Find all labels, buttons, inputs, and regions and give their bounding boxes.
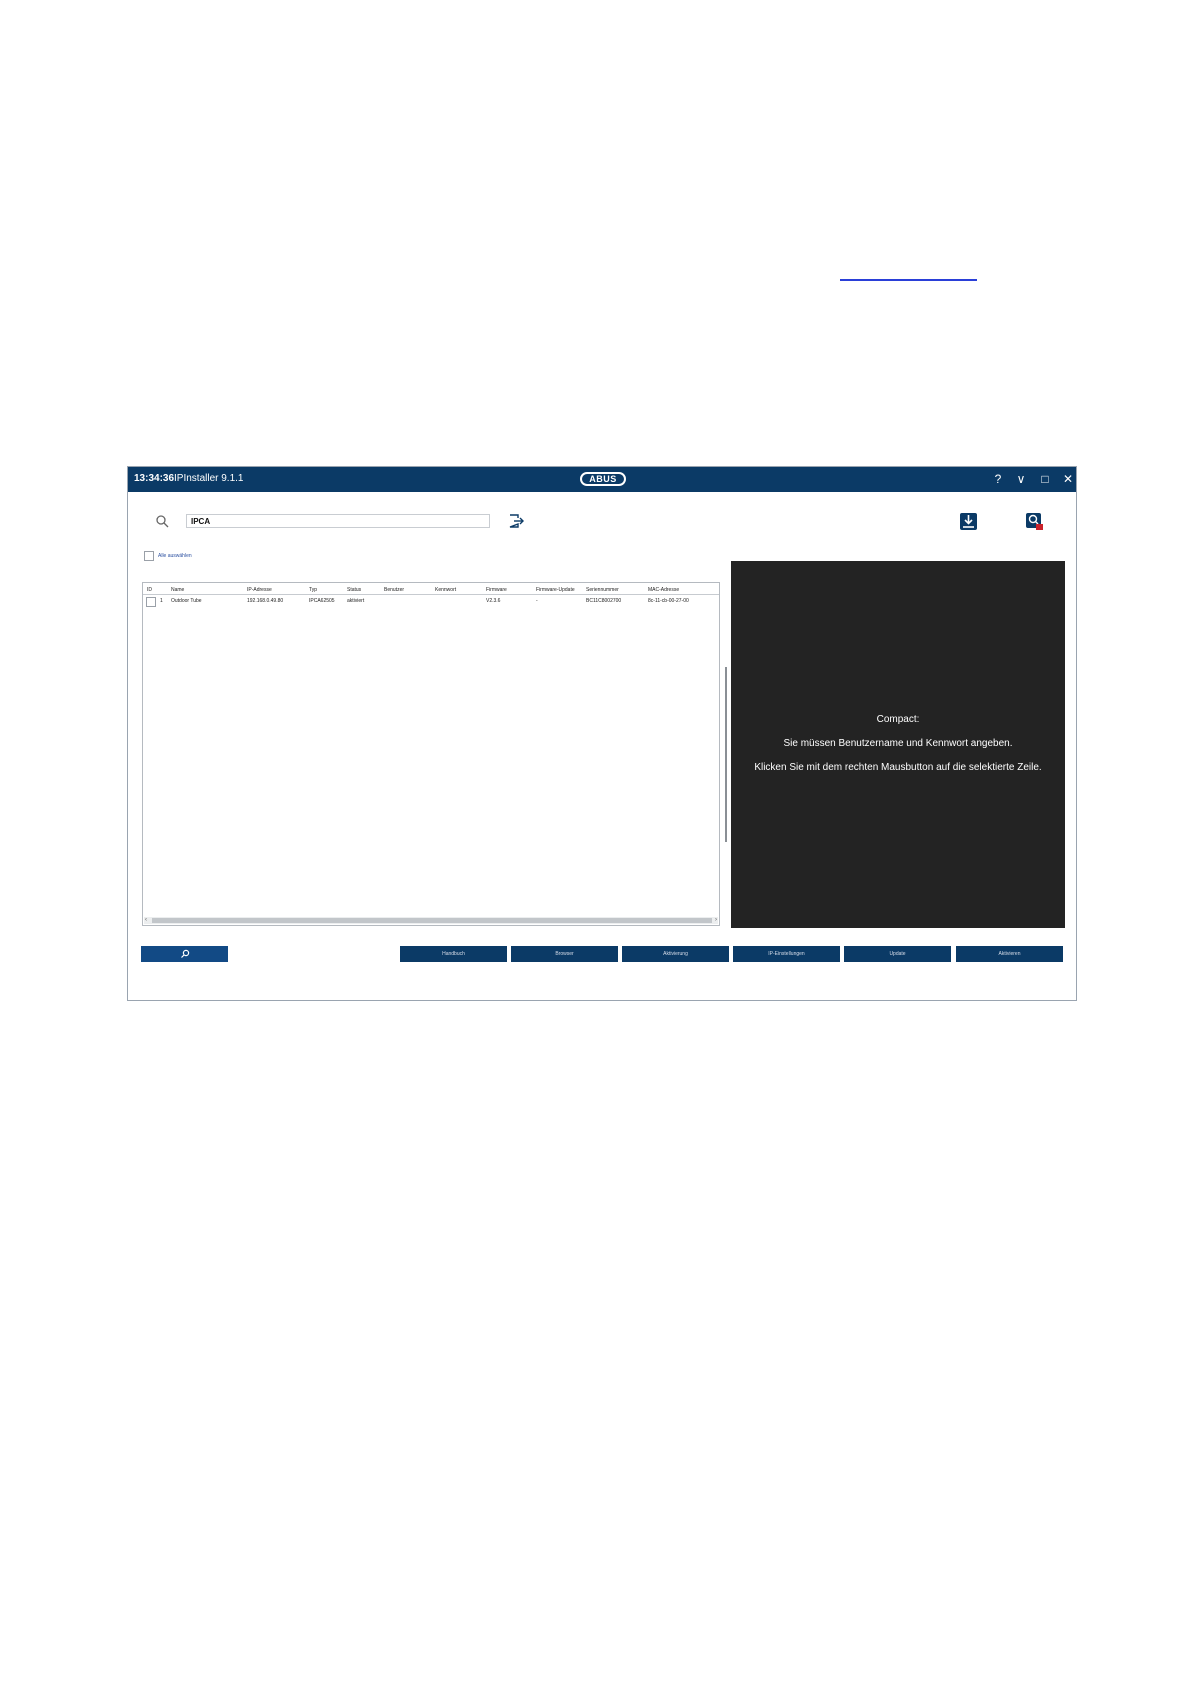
info-line: Compact: [876, 714, 920, 725]
horizontal-scrollbar[interactable]: ‹ › [144, 917, 718, 924]
table-header: ID Name IP-Adresse Typ Status Benutzer K… [143, 585, 719, 595]
column-header[interactable]: Seriennummer [586, 587, 619, 593]
info-panel: Compact: Sie müssen Benutzername und Ken… [731, 561, 1065, 928]
handbook-button[interactable]: Handbuch [400, 946, 507, 962]
document-link-underline[interactable] [840, 269, 977, 281]
export-icon[interactable] [507, 513, 525, 529]
browser-button[interactable]: Browser [511, 946, 618, 962]
panel-splitter[interactable] [725, 667, 727, 842]
column-header[interactable]: IP-Adresse [247, 587, 272, 593]
cell-firmware-update: - [536, 598, 538, 604]
select-all[interactable]: Alle auswählen [144, 550, 192, 562]
scroll-left-icon[interactable]: ‹ [145, 917, 147, 924]
ip-settings-button[interactable]: IP-Einstellungen [733, 946, 840, 962]
column-header[interactable]: ID [147, 587, 152, 593]
clock: 13:34:36 [134, 473, 175, 484]
cell-id: 1 [160, 598, 163, 604]
select-all-checkbox[interactable] [144, 551, 154, 561]
app-title: IPInstaller 9.1.1 [174, 473, 244, 484]
column-header[interactable]: Status [347, 587, 361, 593]
column-header[interactable]: Benutzer [384, 587, 404, 593]
update-button[interactable]: Update [844, 946, 951, 962]
cell-serial: BC11C8002700 [586, 598, 622, 604]
ipinstaller-window: 13:34:36 IPInstaller 9.1.1 ABUS ? ∨ □ ✕ [127, 466, 1077, 1001]
scroll-right-icon[interactable]: › [715, 917, 717, 924]
device-table: ID Name IP-Adresse Typ Status Benutzer K… [142, 582, 720, 926]
scrollbar-thumb[interactable] [152, 918, 712, 923]
close-button[interactable]: ✕ [1060, 471, 1076, 487]
search-input[interactable] [186, 514, 490, 528]
row-checkbox[interactable] [146, 597, 156, 607]
column-header[interactable]: MAC-Adresse [648, 587, 679, 593]
activation-button[interactable]: Aktivierung [622, 946, 729, 962]
abus-logo: ABUS [580, 472, 626, 486]
network-scan-icon[interactable] [1025, 512, 1044, 531]
search-icon [180, 949, 189, 958]
column-header[interactable]: Name [171, 587, 184, 593]
column-header[interactable]: Firmware [486, 587, 507, 593]
cell-firmware: V2.3.6 [486, 598, 501, 604]
help-button[interactable]: ? [990, 471, 1006, 487]
cell-type: IPCA62505 [309, 598, 335, 604]
column-header[interactable]: Firmware-Update [536, 587, 575, 593]
search-icon[interactable] [155, 514, 171, 530]
info-line: Sie müssen Benutzername und Kennwort ang… [783, 738, 1013, 749]
cell-mac: 8c-11-cb-00-27-00 [648, 598, 689, 604]
cell-name: Outdoor Tube [171, 598, 202, 604]
firmware-download-icon[interactable] [959, 512, 978, 531]
column-header[interactable]: Kennwort [435, 587, 456, 593]
settings-button[interactable]: Aktivieren [956, 946, 1063, 962]
search-button[interactable] [141, 946, 228, 962]
table-row[interactable]: 1 Outdoor Tube 192.168.0.49.80 IPCA62505… [143, 596, 719, 607]
select-all-label: Alle auswählen [158, 553, 192, 559]
minimize-button[interactable]: ∨ [1013, 471, 1029, 487]
cell-status: aktiviert [347, 598, 365, 604]
info-line: Klicken Sie mit dem rechten Mausbutton a… [754, 762, 1042, 773]
maximize-button[interactable]: □ [1037, 471, 1053, 487]
column-header[interactable]: Typ [309, 587, 317, 593]
cell-ip: 192.168.0.49.80 [247, 598, 284, 604]
title-bar: 13:34:36 IPInstaller 9.1.1 ABUS ? ∨ □ ✕ [128, 467, 1076, 492]
